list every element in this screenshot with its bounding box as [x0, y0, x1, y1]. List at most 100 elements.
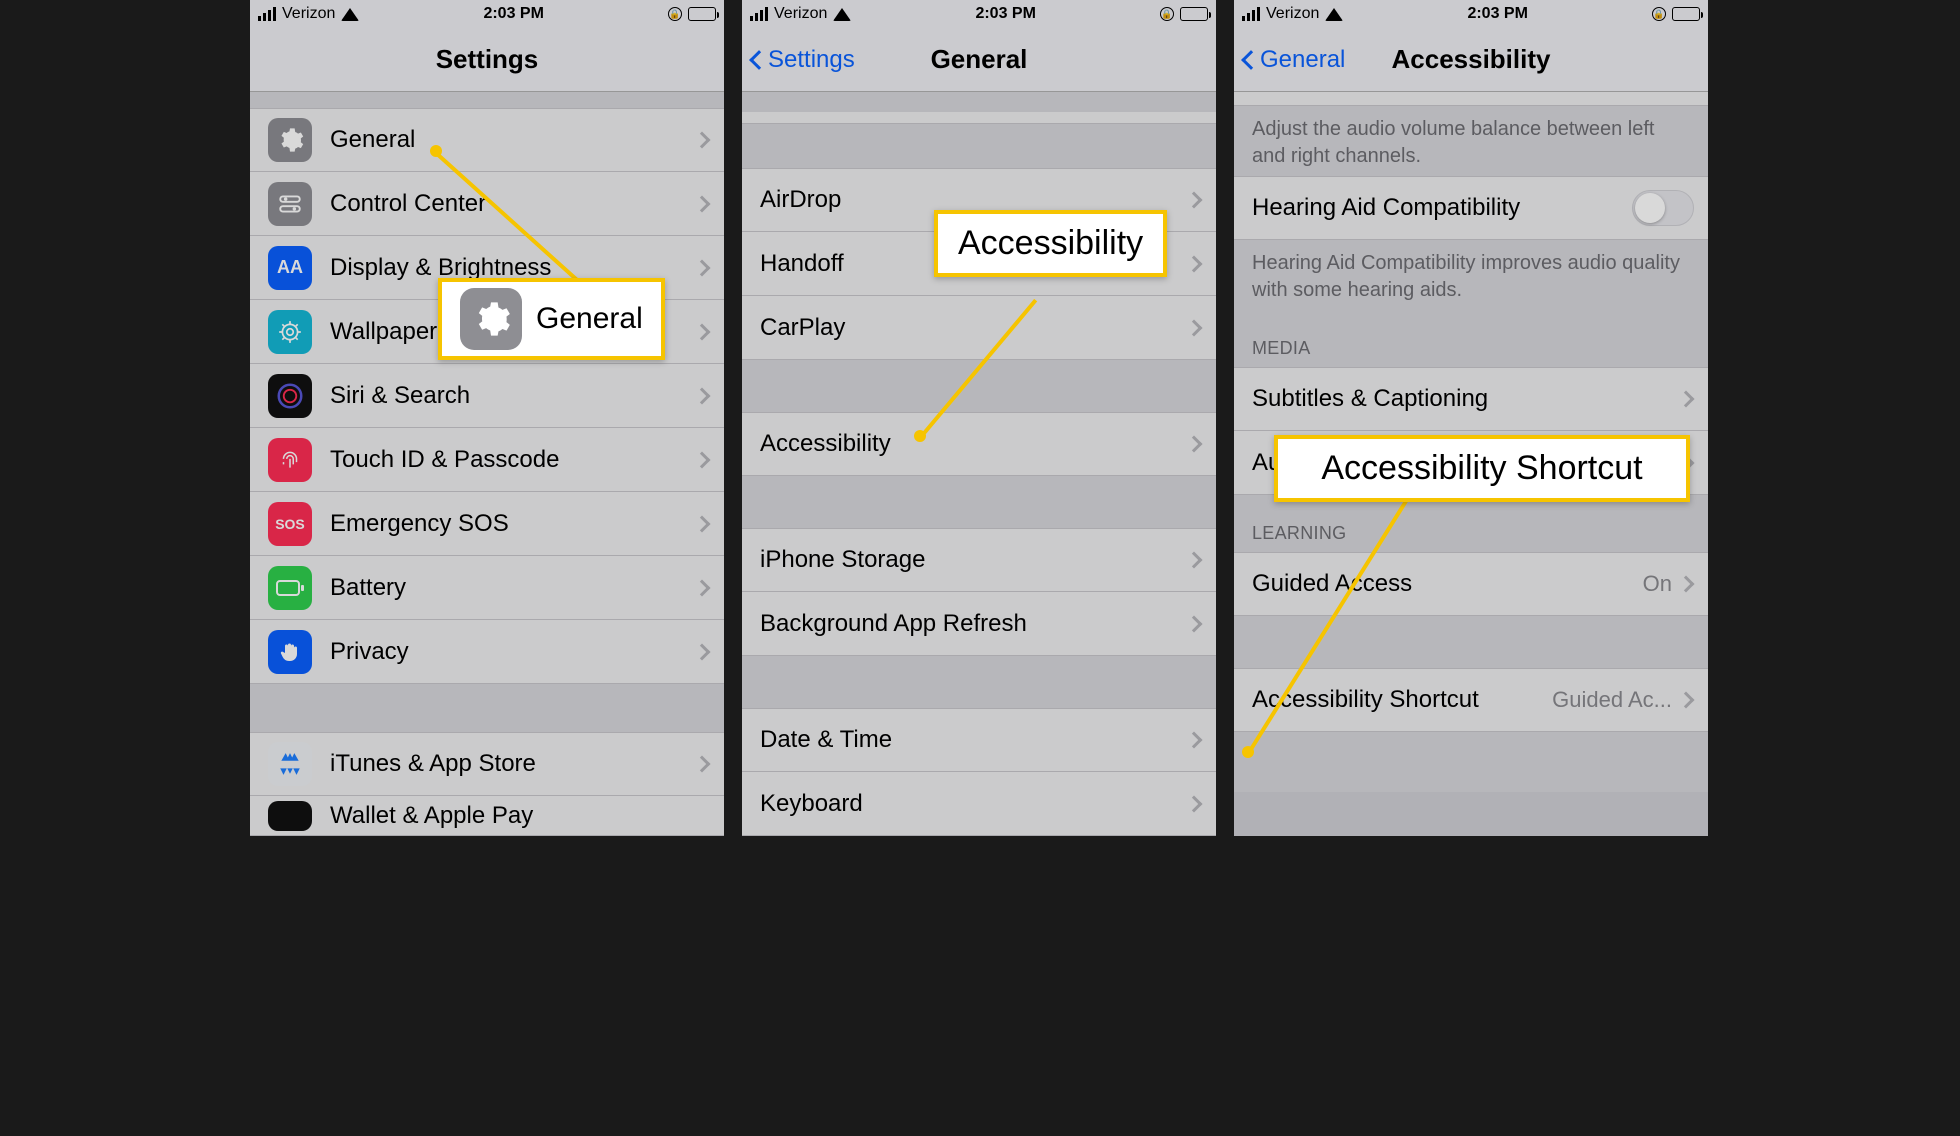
chevron-right-icon [694, 132, 711, 149]
row-value: On [1643, 571, 1672, 597]
hand-icon [268, 630, 312, 674]
chevron-right-icon [694, 259, 711, 276]
row-label: Date & Time [760, 726, 1188, 754]
carrier-label: Verizon [1266, 5, 1319, 23]
row-iphone-storage[interactable]: iPhone Storage [742, 528, 1216, 592]
row-hearing-aid[interactable]: Hearing Aid Compatibility [1234, 176, 1708, 240]
row-date-time[interactable]: Date & Time [742, 708, 1216, 772]
row-keyboard[interactable]: Keyboard [742, 772, 1216, 836]
nav-bar: General Accessibility [1234, 28, 1708, 92]
wifi-icon [833, 8, 851, 21]
row-accessibility-shortcut[interactable]: Accessibility Shortcut Guided Ac... [1234, 668, 1708, 732]
chevron-right-icon [694, 515, 711, 532]
back-label: General [1260, 46, 1345, 74]
nav-bar: Settings General [742, 28, 1216, 92]
row-subtitles[interactable]: Subtitles & Captioning [1234, 367, 1708, 431]
siri-icon [268, 374, 312, 418]
row-carplay[interactable]: CarPlay [742, 296, 1216, 360]
section-learning: LEARNING [1234, 495, 1708, 552]
signal-bars-icon [750, 7, 768, 21]
status-bar: Verizon 2:03 PM 🔒 [1234, 0, 1708, 28]
toggles-icon [268, 182, 312, 226]
row-label: iPhone Storage [760, 546, 1188, 574]
row-privacy[interactable]: Privacy [250, 620, 724, 684]
appstore-icon [268, 742, 312, 786]
chevron-right-icon [1678, 391, 1695, 408]
row-siri[interactable]: Siri & Search [250, 364, 724, 428]
page-title: Settings [250, 44, 724, 75]
gear-icon [460, 288, 522, 350]
row-label: Keyboard [760, 790, 1188, 818]
wallet-icon [268, 801, 312, 831]
chevron-right-icon [1186, 436, 1203, 453]
row-sos[interactable]: SOS Emergency SOS [250, 492, 724, 556]
chevron-right-icon [1186, 192, 1203, 209]
chevron-right-icon [694, 579, 711, 596]
rotation-lock-icon: 🔒 [1652, 7, 1666, 21]
chevron-right-icon [1186, 795, 1203, 812]
chevron-left-icon [749, 50, 769, 70]
row-guided-access[interactable]: Guided Access On [1234, 552, 1708, 616]
status-bar: Verizon 2:03 PM 🔒 [742, 0, 1216, 28]
row-touchid[interactable]: Touch ID & Passcode [250, 428, 724, 492]
clock: 2:03 PM [975, 5, 1035, 23]
callout-label: Accessibility Shortcut [1321, 449, 1642, 488]
row-label: Siri & Search [330, 382, 696, 410]
row-label: Guided Access [1252, 570, 1643, 598]
carrier-label: Verizon [282, 5, 335, 23]
row-label: Hearing Aid Compatibility [1252, 194, 1632, 222]
gear-icon [268, 118, 312, 162]
signal-bars-icon [258, 7, 276, 21]
row-label: Subtitles & Captioning [1252, 385, 1680, 413]
row-battery[interactable]: Battery [250, 556, 724, 620]
signal-bars-icon [1242, 7, 1260, 21]
chevron-right-icon [1186, 732, 1203, 749]
chevron-right-icon [694, 387, 711, 404]
row-label: General [330, 126, 696, 154]
row-label: Touch ID & Passcode [330, 446, 696, 474]
chevron-right-icon [694, 643, 711, 660]
row-value: Guided Ac... [1552, 687, 1672, 713]
row-label: Control Center [330, 190, 696, 218]
battery-icon [1672, 7, 1700, 21]
row-label: Accessibility [760, 430, 1188, 458]
row-general[interactable]: General [250, 108, 724, 172]
chevron-right-icon [1678, 576, 1695, 593]
nav-bar: Settings [250, 28, 724, 92]
hearing-footer: Hearing Aid Compatibility improves audio… [1234, 240, 1708, 310]
back-button[interactable]: Settings [752, 46, 855, 74]
chevron-right-icon [1186, 615, 1203, 632]
row-itunes[interactable]: iTunes & App Store [250, 732, 724, 796]
chevron-right-icon [1186, 319, 1203, 336]
row-accessibility[interactable]: Accessibility [742, 412, 1216, 476]
balance-footer: Adjust the audio volume balance between … [1234, 106, 1708, 176]
section-media: MEDIA [1234, 310, 1708, 367]
callout-accessibility-shortcut: Accessibility Shortcut [1274, 435, 1690, 502]
carrier-label: Verizon [774, 5, 827, 23]
row-control-center[interactable]: Control Center [250, 172, 724, 236]
row-label: Privacy [330, 638, 696, 666]
screen-general: Verizon 2:03 PM 🔒 Settings General AirDr… [742, 0, 1216, 836]
chevron-right-icon [1186, 552, 1203, 569]
clock: 2:03 PM [483, 5, 543, 23]
chevron-left-icon [1241, 50, 1261, 70]
wifi-icon [341, 8, 359, 21]
row-background-refresh[interactable]: Background App Refresh [742, 592, 1216, 656]
back-button[interactable]: General [1244, 46, 1345, 74]
sos-icon: SOS [268, 502, 312, 546]
clock: 2:03 PM [1467, 5, 1527, 23]
wallpaper-icon [268, 310, 312, 354]
chevron-right-icon [694, 195, 711, 212]
row-label: iTunes & App Store [330, 750, 696, 778]
screen-settings: Verizon 2:03 PM 🔒 Settings General Co [250, 0, 724, 836]
toggle-off[interactable] [1632, 190, 1694, 226]
callout-accessibility: Accessibility [934, 210, 1167, 277]
screen-accessibility: Verizon 2:03 PM 🔒 General Accessibility … [1234, 0, 1708, 836]
fingerprint-icon [268, 438, 312, 482]
row-label: Background App Refresh [760, 610, 1188, 638]
rotation-lock-icon: 🔒 [668, 7, 682, 21]
battery-row-icon [268, 566, 312, 610]
row-wallet[interactable]: Wallet & Apple Pay [250, 796, 724, 836]
row-label: Accessibility Shortcut [1252, 686, 1552, 714]
battery-icon [688, 7, 716, 21]
